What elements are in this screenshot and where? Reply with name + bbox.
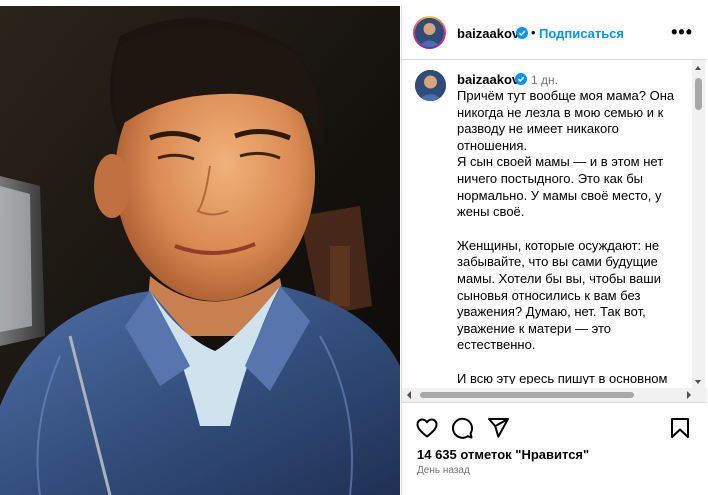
caption-avatar[interactable] xyxy=(415,70,446,101)
scrollbar-thumb[interactable] xyxy=(420,392,634,398)
post-time[interactable]: День назад xyxy=(417,465,470,476)
verified-badge-icon xyxy=(515,73,527,85)
vertical-scrollbar[interactable] xyxy=(692,60,705,388)
scrollbar-thumb[interactable] xyxy=(695,78,702,110)
instagram-post-modal: baizaakov • Подписаться ••• baizaakov 1 … xyxy=(0,0,708,495)
caption-paragraph: И всю эту ересь пишут в основном женщины… xyxy=(457,370,668,384)
username-link[interactable]: baizaakov xyxy=(457,26,519,41)
heart-icon[interactable] xyxy=(415,416,439,440)
horizontal-scrollbar[interactable] xyxy=(402,388,707,403)
caption-scroll-area[interactable]: baizaakov 1 дн. Причём тут вообще моя ма… xyxy=(402,60,707,384)
caption-paragraph: Причём тут вообще моя мама? Она никогда … xyxy=(457,88,675,153)
caption-timestamp[interactable]: 1 дн. xyxy=(531,73,558,87)
verified-badge-icon xyxy=(516,27,528,39)
action-bar xyxy=(402,411,707,445)
scroll-right-arrow[interactable] xyxy=(687,391,691,399)
comment-icon[interactable] xyxy=(450,416,474,440)
bookmark-icon[interactable] xyxy=(668,416,692,440)
avatar-icon xyxy=(415,70,446,101)
selfie-image xyxy=(0,6,400,495)
separator-dot: • xyxy=(531,25,536,40)
caption-username[interactable]: baizaakov xyxy=(457,72,519,87)
caption-paragraph: Женщины, которые осуждают: не забывайте,… xyxy=(457,237,661,353)
post-header: baizaakov • Подписаться ••• xyxy=(402,6,707,60)
scroll-left-arrow[interactable] xyxy=(407,391,411,399)
caption-paragraph: Я сын своей мамы — и в этом нет ничего п… xyxy=(457,154,664,220)
post-photo[interactable] xyxy=(0,6,400,495)
scroll-up-arrow[interactable] xyxy=(695,66,701,70)
more-options-icon[interactable]: ••• xyxy=(671,22,693,43)
likes-count[interactable]: 14 635 отметок "Нравится" xyxy=(417,447,589,462)
caption-text: Причём тут вообще моя мама? Она никогда … xyxy=(457,88,689,384)
share-icon[interactable] xyxy=(486,416,510,440)
post-side-panel: baizaakov • Подписаться ••• baizaakov 1 … xyxy=(401,6,707,495)
follow-button[interactable]: Подписаться xyxy=(539,26,624,41)
avatar[interactable] xyxy=(413,16,446,49)
scroll-down-arrow[interactable] xyxy=(695,380,701,384)
avatar-icon xyxy=(415,18,444,47)
